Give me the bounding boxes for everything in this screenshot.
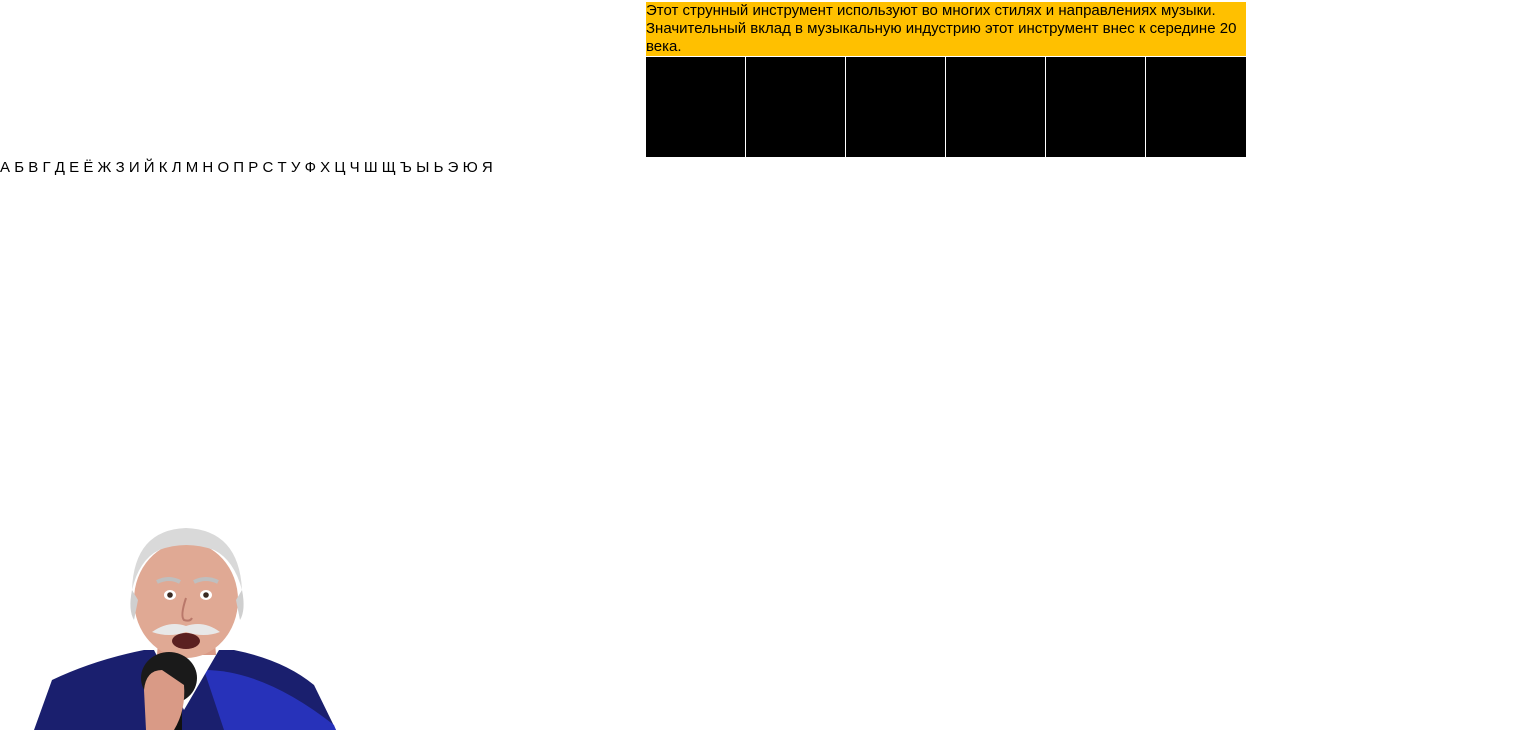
word-letter-cell — [746, 57, 845, 157]
letter-button[interactable]: Д — [55, 159, 65, 176]
letter-button[interactable]: Э — [448, 159, 459, 176]
letter-button[interactable]: Й — [144, 159, 155, 176]
word-board — [646, 57, 1246, 157]
letter-button[interactable]: Ф — [305, 159, 316, 176]
letter-button[interactable]: И — [129, 159, 140, 176]
question-text: Этот струнный инструмент используют во м… — [646, 2, 1246, 56]
letter-button[interactable]: Г — [42, 159, 50, 176]
letter-button[interactable]: Ж — [98, 159, 112, 176]
letter-button[interactable]: Л — [172, 159, 182, 176]
letter-button[interactable]: Ы — [416, 159, 429, 176]
letter-button[interactable]: Ю — [463, 159, 478, 176]
word-letter-cell — [946, 57, 1045, 157]
word-letter-cell — [1146, 57, 1246, 157]
word-letter-cell — [846, 57, 945, 157]
letter-button[interactable]: Т — [278, 159, 287, 176]
letter-button[interactable]: Б — [14, 159, 24, 176]
letter-button[interactable]: Ц — [334, 159, 345, 176]
letter-button[interactable]: У — [291, 159, 301, 176]
letter-button[interactable]: С — [262, 159, 273, 176]
letter-button[interactable]: П — [233, 159, 244, 176]
letter-button[interactable]: В — [28, 159, 38, 176]
word-letter-cell — [646, 57, 745, 157]
word-letter-cell — [1046, 57, 1145, 157]
letter-button[interactable]: Я — [482, 159, 493, 176]
letter-button[interactable]: Ъ — [400, 159, 412, 176]
letter-button[interactable]: Ш — [364, 159, 378, 176]
host-image — [34, 528, 336, 730]
letter-button[interactable]: О — [217, 159, 229, 176]
letter-button[interactable]: Ь — [434, 159, 444, 176]
alphabet-keyboard: А Б В Г Д Е Ё Ж З И Й К Л М Н О П Р С Т … — [0, 157, 497, 177]
letter-button[interactable]: Е — [69, 159, 79, 176]
letter-button[interactable]: К — [159, 159, 168, 176]
letter-button[interactable]: Ё — [83, 159, 93, 176]
letter-button[interactable]: Ч — [350, 159, 360, 176]
letter-button[interactable]: З — [116, 159, 125, 176]
letter-button[interactable]: Р — [248, 159, 258, 176]
letter-button[interactable]: А — [0, 159, 10, 176]
letter-button[interactable]: Щ — [382, 159, 396, 176]
letter-button[interactable]: М — [186, 159, 199, 176]
letter-button[interactable]: Х — [320, 159, 330, 176]
letter-button[interactable]: Н — [202, 159, 213, 176]
